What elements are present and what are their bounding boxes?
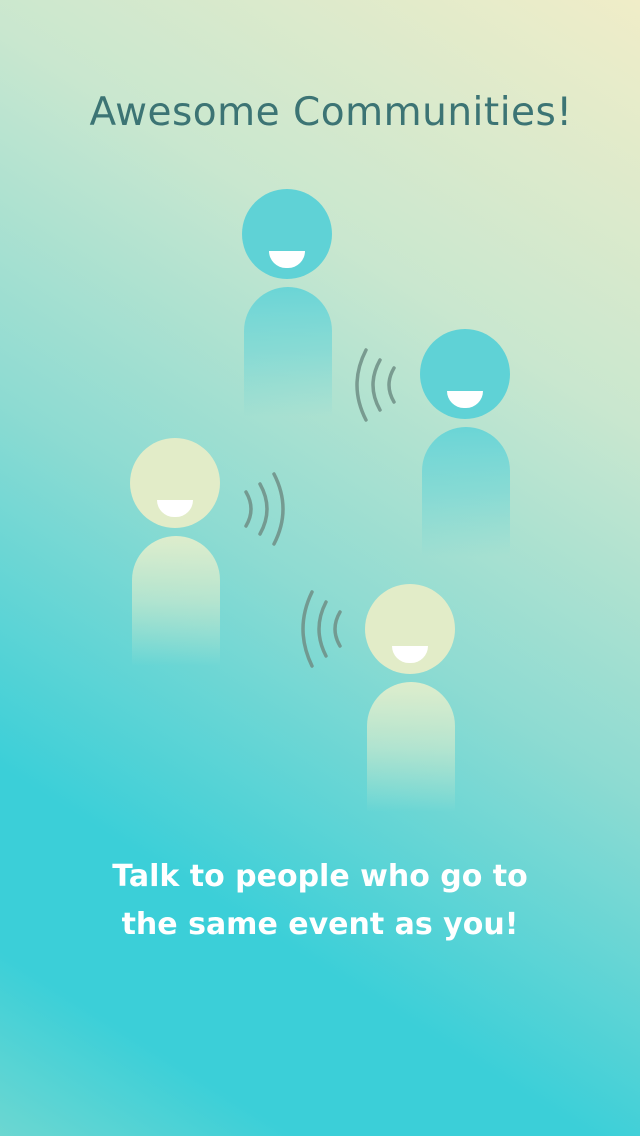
person-top-icon: [242, 189, 332, 419]
sound-waves-icon: [301, 590, 342, 668]
smile-icon: [392, 646, 428, 663]
smile-icon: [157, 500, 193, 517]
head: [242, 189, 332, 279]
onboarding-screen: Awesome Communities! Talk to people who …: [0, 0, 640, 1136]
page-title: Awesome Communities!: [89, 90, 573, 135]
caption-line-2: the same event as you!: [121, 907, 519, 942]
body: [132, 536, 220, 666]
body: [367, 682, 455, 812]
onboarding-caption: Talk to people who go to the same event …: [80, 853, 560, 949]
head: [420, 329, 510, 419]
person-left-icon: [130, 438, 220, 668]
smile-icon: [269, 251, 305, 268]
body: [422, 427, 510, 557]
sound-waves-icon: [355, 348, 396, 422]
head: [130, 438, 220, 528]
sound-waves-icon: [244, 472, 285, 546]
head: [365, 584, 455, 674]
person-bottom-icon: [365, 584, 455, 814]
person-right-icon: [420, 329, 510, 559]
smile-icon: [447, 391, 483, 408]
caption-line-1: Talk to people who go to: [112, 859, 528, 894]
body: [244, 287, 332, 417]
